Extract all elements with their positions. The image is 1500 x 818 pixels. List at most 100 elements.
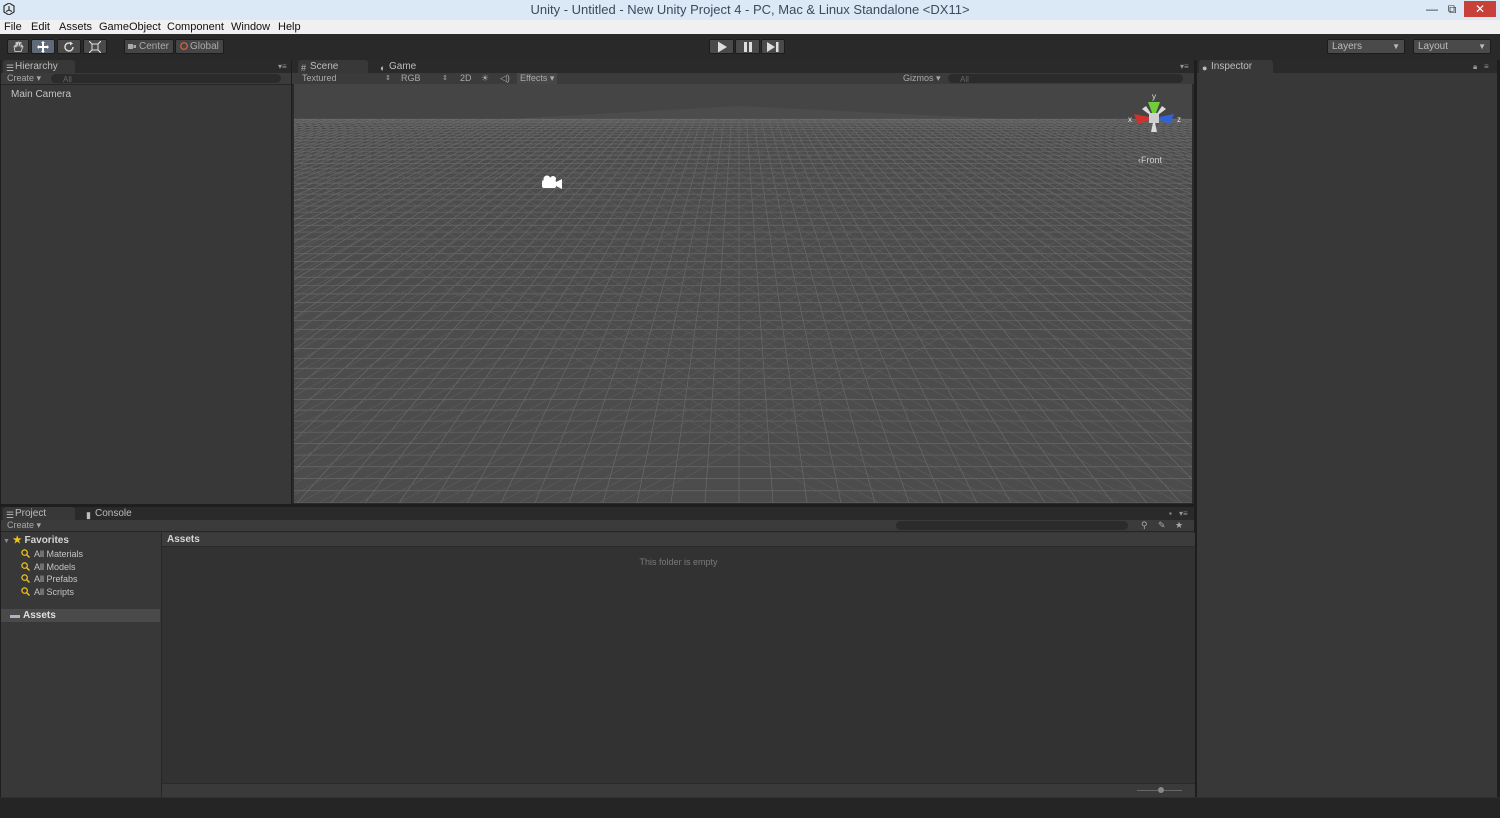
favorite-item[interactable]: All Prefabs: [21, 574, 78, 584]
tab-project-label: Project: [15, 508, 47, 519]
empty-folder-message: This folder is empty: [639, 557, 718, 567]
pause-button[interactable]: [735, 39, 760, 54]
scene-viewport[interactable]: y x z ‹Front: [294, 84, 1192, 503]
step-button[interactable]: [761, 39, 785, 54]
hand-tool-button[interactable]: [7, 39, 29, 54]
2d-toggle[interactable]: 2D: [460, 73, 472, 84]
pivot-center-toggle[interactable]: Center: [124, 39, 174, 54]
inspector-tabbar: ● Inspector 🔒︎ ≡: [1197, 60, 1497, 73]
chevron-down-icon: ▼: [1478, 42, 1486, 51]
menu-component[interactable]: Component: [167, 20, 224, 34]
window-title: Unity - Untitled - New Unity Project 4 -…: [530, 2, 970, 17]
menu-help[interactable]: Help: [278, 20, 301, 34]
tab-game-label: Game: [389, 61, 417, 72]
hand-icon: [13, 41, 24, 52]
panel-menu-icon[interactable]: ≡: [1484, 62, 1489, 71]
rotate-tool-button[interactable]: [57, 39, 81, 54]
project-tree: ▼ ★ Favorites All Materials All Models A…: [1, 533, 160, 797]
rotate-icon: [64, 41, 74, 52]
menu-file[interactable]: File: [4, 20, 22, 34]
render-mode-dropdown[interactable]: RGB: [401, 73, 421, 84]
move-tool-button[interactable]: [31, 39, 55, 54]
favorites-label: Favorites: [24, 535, 69, 546]
hierarchy-item-main-camera[interactable]: Main Camera: [11, 89, 71, 100]
hierarchy-create-button[interactable]: Create ▾: [7, 73, 41, 84]
zoom-slider-handle[interactable]: [1158, 787, 1164, 793]
hierarchy-search-input[interactable]: All: [51, 74, 281, 84]
project-content: Assets This folder is empty: [161, 533, 1195, 797]
tab-inspector-label: Inspector: [1211, 61, 1253, 72]
favorites-header[interactable]: ▼ ★ Favorites: [3, 535, 69, 546]
favorite-item[interactable]: All Scripts: [21, 587, 74, 597]
search-icon: [21, 574, 30, 583]
scene-search-input[interactable]: All: [948, 74, 1183, 84]
assets-folder-item[interactable]: ▬ Assets: [1, 609, 160, 622]
menu-edit[interactable]: Edit: [31, 20, 50, 34]
tab-project[interactable]: ☰ Project: [3, 507, 75, 520]
pivot-icon: [128, 44, 136, 49]
tab-game[interactable]: ◐ Game: [377, 60, 437, 73]
view-orientation-label[interactable]: ‹Front: [1138, 155, 1162, 165]
favorite-label: All Scripts: [34, 587, 75, 597]
menu-assets[interactable]: Assets: [59, 20, 92, 34]
project-tabbar: ☰ Project ▮ Console ▪ ▾≡: [1, 507, 1194, 520]
tab-console[interactable]: ▮ Console: [83, 507, 153, 520]
panel-menu-icon[interactable]: ▾≡: [1179, 509, 1188, 518]
favorite-label: All Materials: [34, 549, 84, 559]
scene-grid: [294, 84, 1192, 503]
tab-scene-label: Scene: [310, 61, 339, 72]
effects-dropdown[interactable]: Effects ▾: [517, 73, 558, 84]
menu-gameobject[interactable]: GameObject: [99, 20, 161, 34]
shading-mode-dropdown[interactable]: Textured: [302, 73, 337, 84]
filter-by-label-icon[interactable]: ✎: [1158, 520, 1166, 531]
restore-button[interactable]: ⧉: [1444, 1, 1460, 17]
folder-icon: ▬: [10, 610, 20, 621]
menu-window[interactable]: Window: [231, 20, 270, 34]
panel-menu-icon[interactable]: ▾≡: [1180, 62, 1189, 71]
hierarchy-tabbar: ☰ Hierarchy ▾≡: [1, 60, 291, 73]
layers-dropdown[interactable]: Layers ▼: [1327, 39, 1405, 54]
breadcrumb[interactable]: Assets: [162, 533, 1195, 547]
tab-hierarchy-label: Hierarchy: [15, 61, 58, 72]
project-search-input[interactable]: [896, 521, 1128, 530]
expand-arrow-icon[interactable]: ▼: [3, 538, 10, 545]
favorite-label: All Prefabs: [34, 574, 78, 584]
project-toolbar: Create ▾ ⚲ ✎ ★: [1, 520, 1194, 532]
tab-inspector[interactable]: ● Inspector: [1199, 60, 1273, 73]
panel-menu-icon[interactable]: ▾≡: [278, 62, 287, 71]
scene-panel: # Scene ◐ Game ▾≡ Textured ⇕ RGB ⇕ 2D ☀ …: [292, 60, 1194, 504]
inspector-panel: ● Inspector 🔒︎ ≡: [1197, 60, 1497, 797]
favorite-item[interactable]: All Materials: [21, 549, 83, 559]
tab-console-label: Console: [95, 508, 132, 519]
lock-icon[interactable]: ▪: [1169, 509, 1172, 518]
hierarchy-panel: ☰ Hierarchy ▾≡ Create ▾ All Main Camera: [1, 60, 291, 504]
close-button[interactable]: ✕: [1464, 1, 1496, 17]
favorite-item[interactable]: All Models: [21, 562, 76, 572]
search-icon: [21, 549, 30, 558]
search-icon: [21, 562, 30, 571]
play-button[interactable]: [709, 39, 734, 54]
lighting-toggle-icon[interactable]: ☀: [481, 73, 489, 84]
project-create-button[interactable]: Create ▾: [7, 520, 41, 531]
filter-by-type-icon[interactable]: ⚲: [1141, 520, 1148, 531]
gizmo-y-label: y: [1152, 92, 1156, 101]
audio-toggle-icon[interactable]: ◁): [500, 73, 510, 84]
scale-tool-button[interactable]: [83, 39, 107, 54]
tab-hierarchy[interactable]: ☰ Hierarchy: [3, 60, 75, 73]
gizmo-z-label: z: [1177, 115, 1181, 124]
favorite-star-icon[interactable]: ★: [1175, 520, 1183, 531]
menu-bar: File Edit Assets GameObject Component Wi…: [0, 20, 1500, 34]
play-icon: [717, 41, 727, 52]
pivot-global-toggle[interactable]: Global: [175, 39, 224, 54]
lock-icon[interactable]: 🔒︎: [1473, 62, 1477, 72]
layout-label: Layout: [1418, 41, 1449, 52]
star-icon: ★: [12, 535, 22, 546]
orientation-gizmo[interactable]: y x z: [1124, 92, 1184, 147]
tab-scene[interactable]: # Scene: [298, 60, 368, 73]
pivot-center-label: Center: [139, 41, 170, 52]
layout-dropdown[interactable]: Layout ▼: [1413, 39, 1491, 54]
camera-gizmo-icon[interactable]: [539, 175, 563, 191]
status-bar: [0, 797, 1500, 818]
gizmos-dropdown[interactable]: Gizmos ▾: [903, 73, 941, 84]
minimize-button[interactable]: —: [1420, 1, 1444, 17]
